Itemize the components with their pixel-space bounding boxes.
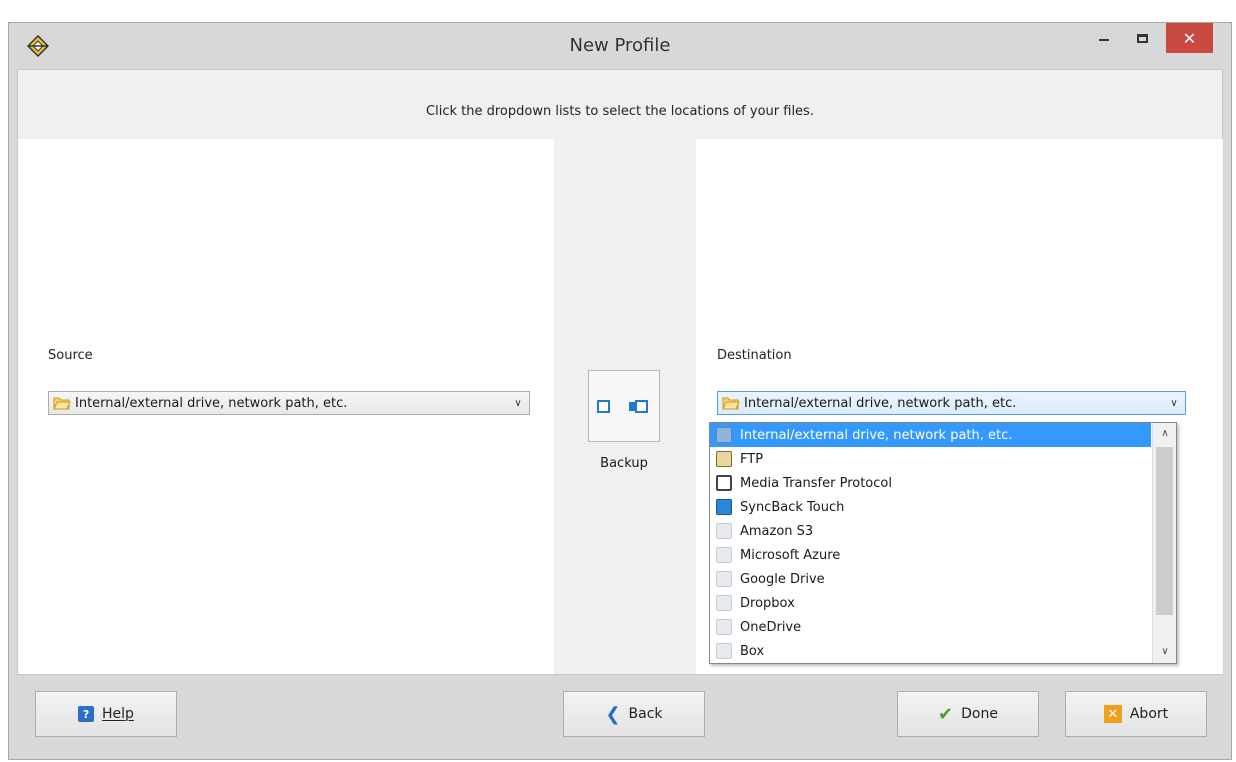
dropdown-option-label: Box bbox=[740, 643, 765, 659]
dropdown-option[interactable]: Dropbox bbox=[710, 591, 1151, 615]
cloud-icon bbox=[716, 571, 732, 587]
help-button-label: Help bbox=[102, 706, 134, 722]
source-square-icon bbox=[597, 400, 610, 413]
back-button[interactable]: ❮ Back bbox=[563, 691, 705, 737]
chevron-left-icon: ❮ bbox=[605, 703, 621, 725]
dropdown-option-label: Dropbox bbox=[740, 595, 795, 611]
dropdown-options: Internal/external drive, network path, e… bbox=[710, 423, 1151, 663]
drive-icon bbox=[716, 427, 732, 443]
dropdown-option[interactable]: SyncBack Touch bbox=[710, 495, 1151, 519]
help-icon: ? bbox=[78, 706, 95, 722]
dropdown-option[interactable]: Internal/external drive, network path, e… bbox=[710, 423, 1151, 447]
folder-icon bbox=[722, 397, 740, 410]
source-label: Source bbox=[48, 348, 93, 363]
cloud-icon bbox=[716, 547, 732, 563]
dropdown-option[interactable]: Microsoft Azure bbox=[710, 543, 1151, 567]
dropdown-option[interactable]: Box bbox=[710, 639, 1151, 663]
close-icon: ✕ bbox=[1182, 28, 1197, 48]
dropdown-option-label: SyncBack Touch bbox=[740, 499, 845, 515]
instruction-text: Click the dropdown lists to select the l… bbox=[426, 104, 814, 119]
chevron-down-icon: ∨ bbox=[514, 397, 522, 409]
folder-icon bbox=[53, 397, 71, 410]
done-button[interactable]: ✔ Done bbox=[897, 691, 1039, 737]
back-button-label: Back bbox=[628, 706, 663, 722]
dropdown-option-label: Amazon S3 bbox=[740, 523, 814, 539]
direction-label: Backup bbox=[600, 456, 648, 471]
minimize-icon bbox=[1099, 39, 1109, 41]
dropdown-option-label: FTP bbox=[740, 451, 764, 467]
scroll-thumb[interactable] bbox=[1156, 447, 1173, 615]
scroll-down-button[interactable]: ∨ bbox=[1153, 641, 1177, 663]
scroll-up-button[interactable]: ∧ bbox=[1153, 423, 1177, 445]
destination-square-icon bbox=[635, 400, 648, 413]
close-button[interactable]: ✕ bbox=[1166, 23, 1213, 53]
window-title: New Profile bbox=[569, 35, 671, 56]
destination-dropdown[interactable]: Internal/external drive, network path, e… bbox=[717, 391, 1186, 415]
dropdown-option-label: Google Drive bbox=[740, 571, 825, 587]
ftp-icon bbox=[716, 451, 732, 467]
cloud-icon bbox=[716, 595, 732, 611]
destination-label: Destination bbox=[717, 348, 792, 363]
minimize-button[interactable] bbox=[1089, 23, 1119, 53]
cloud-icon bbox=[716, 523, 732, 539]
new-profile-window: New Profile ✕ Click the dropdown lists t… bbox=[8, 22, 1232, 760]
destination-dropdown-value: Internal/external drive, network path, e… bbox=[744, 395, 1017, 411]
done-button-label: Done bbox=[961, 706, 998, 722]
source-dropdown[interactable]: Internal/external drive, network path, e… bbox=[48, 391, 530, 415]
dropdown-option-label: Microsoft Azure bbox=[740, 547, 841, 563]
maximize-icon bbox=[1136, 33, 1148, 43]
dropdown-option[interactable]: Media Transfer Protocol bbox=[710, 471, 1151, 495]
dropdown-option[interactable]: Amazon S3 bbox=[710, 519, 1151, 543]
syncback-touch-icon bbox=[716, 499, 732, 515]
dropdown-option-label: Internal/external drive, network path, e… bbox=[740, 427, 1013, 443]
dropdown-option[interactable]: OneDrive bbox=[710, 615, 1151, 639]
cloud-icon bbox=[716, 643, 732, 659]
title-bar[interactable]: New Profile ✕ bbox=[9, 23, 1231, 69]
source-dropdown-value: Internal/external drive, network path, e… bbox=[75, 395, 348, 411]
chevron-down-icon: ∨ bbox=[1170, 397, 1178, 409]
maximize-button[interactable] bbox=[1127, 23, 1157, 53]
help-button[interactable]: ? Help bbox=[35, 691, 177, 737]
abort-icon: ✕ bbox=[1103, 705, 1122, 723]
abort-button[interactable]: ✕ Abort bbox=[1065, 691, 1207, 737]
dropdown-option-label: Media Transfer Protocol bbox=[740, 475, 892, 491]
dropdown-scrollbar[interactable]: ∧ ∨ bbox=[1152, 423, 1176, 663]
direction-toggle-button[interactable] bbox=[588, 370, 660, 442]
abort-button-label: Abort bbox=[1129, 706, 1169, 722]
dropdown-option-label: OneDrive bbox=[740, 619, 802, 635]
cloud-icon bbox=[716, 619, 732, 635]
device-icon bbox=[716, 475, 732, 491]
dropdown-option[interactable]: FTP bbox=[710, 447, 1151, 471]
destination-dropdown-list[interactable]: Internal/external drive, network path, e… bbox=[709, 422, 1177, 664]
dropdown-option[interactable]: Google Drive bbox=[710, 567, 1151, 591]
checkmark-icon: ✔ bbox=[938, 703, 954, 725]
